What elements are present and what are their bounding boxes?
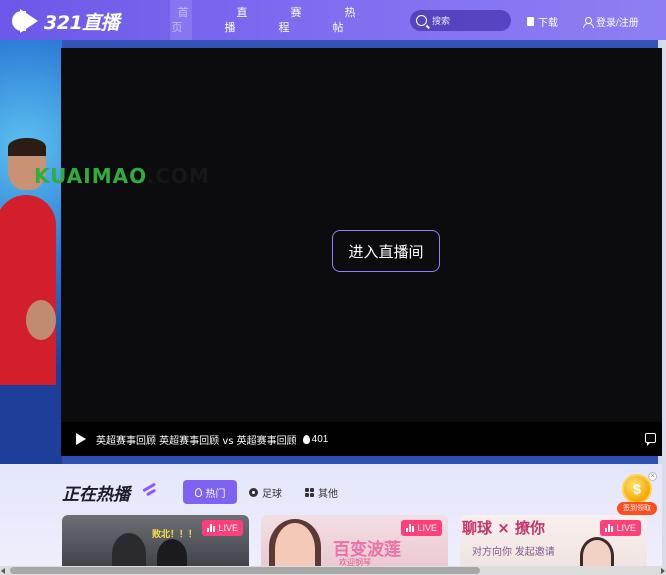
nav-char: 赛 (290, 7, 302, 19)
signal-bars-icon (605, 524, 614, 532)
thumbnail-caption: 聊球 × 撩你 (462, 519, 546, 537)
video-player[interactable]: 进入直播间 英超赛事回顾 英超赛事回顾 vs 英超赛事回顾 401 (61, 48, 664, 456)
login-register-button[interactable]: 登录/注册 (583, 14, 639, 29)
flame-icon (194, 487, 202, 497)
player-control-bar: 英超赛事回顾 英超赛事回顾 vs 英超赛事回顾 401 (61, 422, 664, 456)
search-box[interactable] (410, 10, 511, 31)
tab-hot[interactable]: 热门 (183, 480, 237, 504)
scroll-left-arrow-icon[interactable] (1, 568, 5, 574)
nav-item-hot-posts[interactable]: 热 帖 (332, 0, 386, 40)
checkin-label: 签到领取 (617, 502, 657, 515)
nav-char: 直 (236, 7, 248, 19)
hero-banner: 进入直播间 英超赛事回顾 英超赛事回顾 vs 英超赛事回顾 401 KUAIMA… (0, 40, 666, 464)
page-edge (662, 40, 666, 566)
site-logo[interactable]: 321直播 (12, 8, 120, 34)
thumbnail-subcaption: 对方向你 发起邀请 (472, 547, 555, 558)
signal-bars-icon (406, 524, 415, 532)
main-nav: 首 页 直 播 赛 程 热 帖 (170, 0, 386, 40)
chat-icon[interactable] (645, 433, 656, 446)
checkin-reward-widget[interactable]: $ × 签到领取 (617, 472, 657, 516)
thumbnail-caption: 败北！！！ (152, 529, 198, 539)
tab-label: 热门 (205, 488, 226, 500)
soccer-ball-icon (249, 487, 258, 497)
grid-icon (305, 487, 314, 497)
login-label: 登录/注册 (596, 18, 639, 29)
horizontal-scrollbar[interactable] (0, 566, 666, 575)
now-playing-section: 正在热播 热门 足球 其他 败北！！！ LIVE 百变波莲 欢迎钢琴 LIVE (0, 464, 666, 575)
signal-bars-icon (207, 524, 216, 532)
viewer-count: 401 (311, 433, 329, 445)
nav-char: 热 (344, 7, 356, 19)
download-button[interactable]: 下载 (527, 14, 558, 29)
fire-icon (302, 434, 310, 444)
scrollbar-thumb[interactable] (10, 567, 480, 574)
nav-char: 首 (177, 7, 189, 19)
enter-live-room-button[interactable]: 进入直播间 (332, 230, 440, 272)
nav-item-home[interactable]: 首 页 (170, 0, 192, 40)
nav-char: 播 (224, 22, 236, 34)
download-label: 下载 (538, 18, 558, 29)
watermark: KUAIMAO.COM (34, 164, 210, 188)
stream-title: 英超赛事回顾 英超赛事回顾 vs 英超赛事回顾 (96, 435, 297, 447)
search-icon (416, 15, 427, 26)
close-icon[interactable]: × (648, 472, 657, 481)
tab-other[interactable]: 其他 (305, 480, 338, 504)
section-title: 正在热播 (62, 485, 130, 505)
top-navigation-bar: 321直播 首 页 直 播 赛 程 热 帖 下载 登录/注册 (0, 0, 666, 40)
tab-soccer[interactable]: 足球 (249, 480, 282, 504)
nav-char: 页 (171, 22, 183, 34)
live-badge: LIVE (202, 520, 243, 536)
live-badge: LIVE (600, 520, 641, 536)
play-logo-icon (12, 9, 40, 33)
nav-char: 帖 (332, 22, 344, 34)
nav-item-live[interactable]: 直 播 (224, 0, 278, 40)
user-icon (583, 17, 594, 28)
nav-item-schedule[interactable]: 赛 程 (278, 0, 332, 40)
tab-label: 足球 (262, 488, 282, 500)
live-badge: LIVE (401, 520, 442, 536)
search-input[interactable] (432, 15, 502, 26)
scroll-right-arrow-icon[interactable] (661, 568, 665, 574)
logo-text: 321直播 (44, 11, 120, 34)
nav-char: 程 (278, 22, 290, 34)
phone-icon (527, 17, 534, 26)
play-icon[interactable] (76, 433, 86, 445)
banner-background-image (0, 40, 62, 464)
slash-decoration-icon (142, 481, 158, 497)
tab-label: 其他 (318, 488, 338, 500)
